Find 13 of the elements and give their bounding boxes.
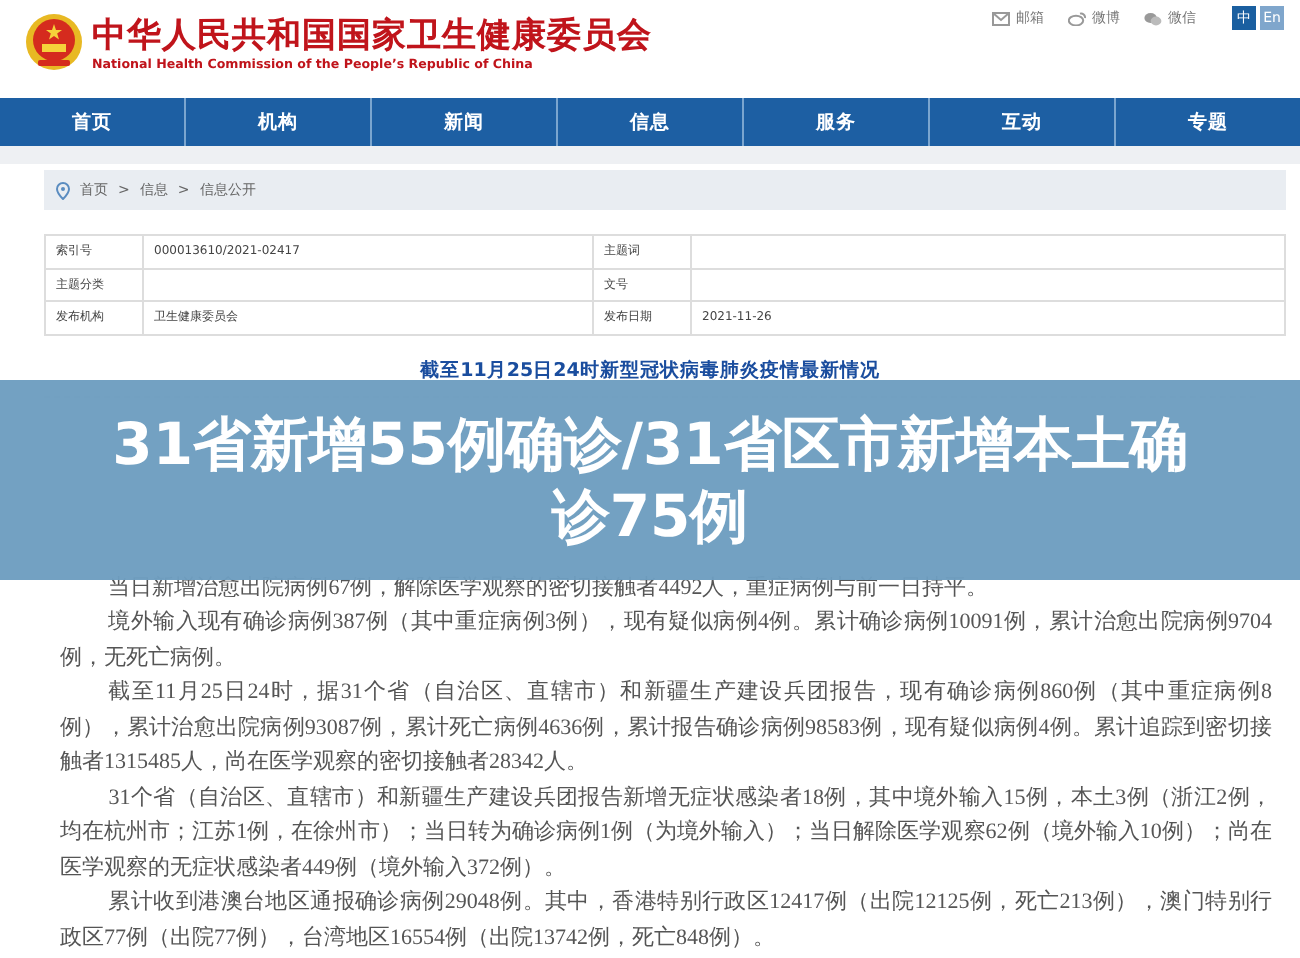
location-pin-icon (56, 181, 70, 199)
nav-item[interactable]: 首页 (0, 98, 184, 146)
article-paragraph: 累计收到港澳台地区通报确诊病例29048例。其中，香港特别行政区12417例（出院12125例，死亡213例），澳门特别行政区77例（出院77例），台湾地区16554例（出院13742例，死亡848例）。 (60, 887, 1272, 953)
article-paragraph: 31个省（自治区、直辖市）和新疆生产建设兵团报告新增无症状感染者18例，其中境外输入15例，本土3例（浙江2例，均在杭州市；江苏1例，在徐州市）；当日转为确诊病例1例（为境外输入）；当日解除医学观察62例（境外输入10例）；尚在医学观察的无症状感染者449例（境外输入372例）。 (60, 783, 1272, 883)
article-paragraph: 截至11月25日24时，据31个省（自治区、直辖市）和新疆生产建设兵团报告，现有确诊病例860例（其中重症病例8例），累计治愈出院病例93087例，累计死亡病例4636例，累计报告确诊病例98583例，现有疑似病例4例。累计追踪到密切接触者1315485人，尚在医学观察的密切接触者28342人。 (60, 677, 1272, 778)
mail-icon (992, 11, 1010, 25)
weibo-icon (1068, 11, 1086, 25)
headline: 31省新增55例确诊/31省区市新增本土确诊75例 (110, 408, 1190, 552)
wechat-icon (1144, 11, 1162, 25)
article-paragraph: 境外输入现有确诊病例387例（其中重症病例3例），现有疑似病例4例。累计确诊病例10091例，累计治愈出院病例9704例，无死亡病例。 (60, 607, 1272, 673)
site-title: 中华人民共和国国家卫生健康委员会 (92, 14, 652, 58)
emblem-icon (24, 12, 84, 72)
article-title: 截至11月25日24时新型冠状病毒肺炎疫情最新情况 (418, 357, 882, 383)
